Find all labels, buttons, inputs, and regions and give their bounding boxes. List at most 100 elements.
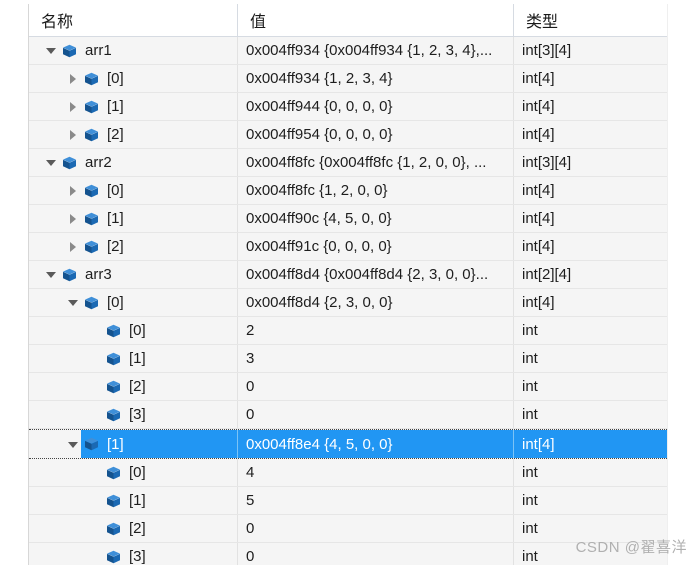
cell-name[interactable]: [0]: [29, 65, 237, 92]
cell-type: int: [513, 373, 667, 400]
table-row[interactable]: [1] 0x004ff8e4 {4, 5, 0, 0} int[4]: [29, 429, 667, 459]
table-row[interactable]: [1] 0x004ff90c {4, 5, 0, 0} int[4]: [29, 205, 667, 233]
table-row[interactable]: [1] 0x004ff944 {0, 0, 0, 0} int[4]: [29, 93, 667, 121]
expander-placeholder: [87, 543, 103, 565]
cell-name[interactable]: [0]: [29, 177, 237, 204]
name-content: [1]: [81, 430, 237, 458]
expander-expand-icon[interactable]: [65, 121, 81, 148]
expander-collapse-icon[interactable]: [43, 149, 59, 176]
cell-type: int[4]: [513, 289, 667, 316]
cell-value[interactable]: 0x004ff934 {0x004ff934 {1, 2, 3, 4},...: [237, 37, 513, 64]
cell-value[interactable]: 0x004ff8fc {1, 2, 0, 0}: [237, 177, 513, 204]
cell-value[interactable]: 0x004ff8d4 {0x004ff8d4 {2, 3, 0, 0}...: [237, 261, 513, 288]
variable-name-label: [0]: [107, 182, 124, 199]
table-row[interactable]: arr3 0x004ff8d4 {0x004ff8d4 {2, 3, 0, 0}.…: [29, 261, 667, 289]
variable-cube-icon: [81, 289, 101, 316]
cell-value[interactable]: 0x004ff944 {0, 0, 0, 0}: [237, 93, 513, 120]
variable-name-label: [3]: [129, 406, 146, 423]
expander-expand-icon[interactable]: [65, 205, 81, 232]
expander-collapse-icon[interactable]: [43, 261, 59, 288]
cell-name[interactable]: [2]: [29, 373, 237, 400]
expander-placeholder: [87, 459, 103, 486]
cell-name[interactable]: arr3: [29, 261, 237, 288]
cell-value[interactable]: 2: [237, 317, 513, 344]
cell-value[interactable]: 0: [237, 543, 513, 565]
variable-cube-icon: [81, 205, 101, 232]
cell-value[interactable]: 0: [237, 373, 513, 400]
name-content: [1]: [81, 93, 237, 120]
cell-name[interactable]: [1]: [29, 205, 237, 232]
cell-name[interactable]: [0]: [29, 317, 237, 344]
variable-cube-icon: [59, 37, 79, 64]
variable-cube-icon: [103, 345, 123, 372]
table-row[interactable]: [2] 0 int: [29, 373, 667, 401]
cell-value[interactable]: 3: [237, 345, 513, 372]
table-row[interactable]: [2] 0 int: [29, 515, 667, 543]
table-row[interactable]: [0] 0x004ff934 {1, 2, 3, 4} int[4]: [29, 65, 667, 93]
name-content: [2]: [81, 121, 237, 148]
variable-name-label: arr1: [85, 42, 112, 59]
cell-name[interactable]: [1]: [29, 345, 237, 372]
cell-name[interactable]: [2]: [29, 233, 237, 260]
variable-cube-icon: [103, 373, 123, 400]
cell-name[interactable]: [1]: [29, 487, 237, 514]
column-header-value[interactable]: 值: [237, 4, 513, 36]
name-content: [3]: [103, 401, 237, 428]
cell-value[interactable]: 0: [237, 401, 513, 428]
cell-type: int[3][4]: [513, 37, 667, 64]
name-content: arr2: [59, 149, 237, 176]
cell-value[interactable]: 0x004ff91c {0, 0, 0, 0}: [237, 233, 513, 260]
cell-value[interactable]: 0: [237, 515, 513, 542]
column-header-name[interactable]: 名称: [29, 4, 237, 36]
table-row[interactable]: [1] 3 int: [29, 345, 667, 373]
name-content: [2]: [81, 233, 237, 260]
cell-name[interactable]: [1]: [29, 430, 237, 458]
name-content: [1]: [103, 345, 237, 372]
expander-collapse-icon[interactable]: [65, 289, 81, 316]
cell-value[interactable]: 4: [237, 459, 513, 486]
cell-name[interactable]: [2]: [29, 121, 237, 148]
cell-name[interactable]: [3]: [29, 401, 237, 428]
cell-type: int[4]: [513, 177, 667, 204]
table-row[interactable]: [0] 0x004ff8fc {1, 2, 0, 0} int[4]: [29, 177, 667, 205]
variable-name-label: [0]: [129, 322, 146, 339]
cell-name[interactable]: arr1: [29, 37, 237, 64]
cell-value[interactable]: 0x004ff8d4 {2, 3, 0, 0}: [237, 289, 513, 316]
table-row[interactable]: [1] 5 int: [29, 487, 667, 515]
name-content: [1]: [103, 487, 237, 514]
table-row[interactable]: [0] 4 int: [29, 459, 667, 487]
expander-expand-icon[interactable]: [65, 177, 81, 204]
table-row[interactable]: [0] 2 int: [29, 317, 667, 345]
variable-cube-icon: [103, 515, 123, 542]
cell-name[interactable]: arr2: [29, 149, 237, 176]
cell-value[interactable]: 0x004ff934 {1, 2, 3, 4}: [237, 65, 513, 92]
cell-name[interactable]: [1]: [29, 93, 237, 120]
table-row[interactable]: [3] 0 int: [29, 543, 667, 565]
cell-name[interactable]: [2]: [29, 515, 237, 542]
cell-name[interactable]: [3]: [29, 543, 237, 565]
expander-collapse-icon[interactable]: [43, 37, 59, 64]
table-row[interactable]: [3] 0 int: [29, 401, 667, 429]
table-row[interactable]: [2] 0x004ff954 {0, 0, 0, 0} int[4]: [29, 121, 667, 149]
table-row[interactable]: [2] 0x004ff91c {0, 0, 0, 0} int[4]: [29, 233, 667, 261]
cell-value[interactable]: 0x004ff954 {0, 0, 0, 0}: [237, 121, 513, 148]
name-content: [1]: [81, 205, 237, 232]
table-row[interactable]: [0] 0x004ff8d4 {2, 3, 0, 0} int[4]: [29, 289, 667, 317]
expander-placeholder: [87, 373, 103, 400]
cell-value[interactable]: 0x004ff8fc {0x004ff8fc {1, 2, 0, 0}, ...: [237, 149, 513, 176]
column-header-type[interactable]: 类型: [513, 4, 667, 36]
cell-name[interactable]: [0]: [29, 459, 237, 486]
expander-expand-icon[interactable]: [65, 233, 81, 260]
cell-value[interactable]: 5: [237, 487, 513, 514]
cell-name[interactable]: [0]: [29, 289, 237, 316]
expander-expand-icon[interactable]: [65, 93, 81, 120]
cell-value[interactable]: 0x004ff90c {4, 5, 0, 0}: [237, 205, 513, 232]
table-row[interactable]: arr1 0x004ff934 {0x004ff934 {1, 2, 3, 4},…: [29, 37, 667, 65]
expander-expand-icon[interactable]: [65, 65, 81, 92]
expander-collapse-icon[interactable]: [65, 430, 81, 458]
cell-value[interactable]: 0x004ff8e4 {4, 5, 0, 0}: [237, 430, 513, 458]
expander-placeholder: [87, 401, 103, 428]
table-row[interactable]: arr2 0x004ff8fc {0x004ff8fc {1, 2, 0, 0},…: [29, 149, 667, 177]
